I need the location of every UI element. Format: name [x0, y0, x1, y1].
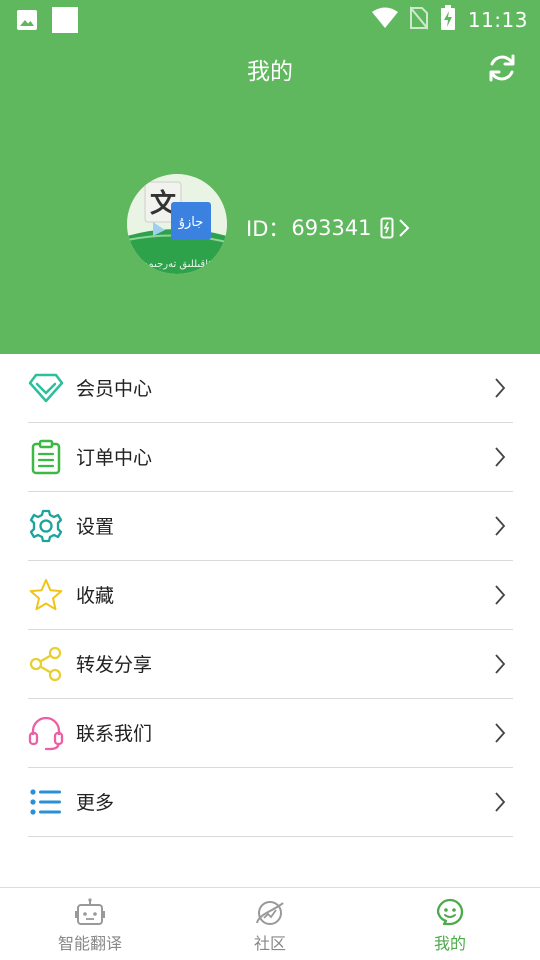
avatar[interactable]: 文 جازۇ ئاقىللىق تەرجىمە: [127, 174, 227, 274]
nav-tab-translate[interactable]: 智能翻译: [0, 888, 180, 960]
refresh-icon: [489, 54, 515, 82]
phone-bind-icon: [380, 217, 394, 239]
refresh-button[interactable]: [484, 50, 520, 86]
diamond-icon: [28, 370, 64, 406]
chevron-right-icon: [495, 516, 506, 536]
avatar-side-text: جازۇ: [178, 215, 204, 230]
nav-tab-mine[interactable]: 我的: [360, 888, 540, 960]
menu-item-orders[interactable]: 订单中心: [28, 423, 513, 492]
avatar-band-text: ئاقىللىق تەرجىمە: [143, 259, 211, 270]
chevron-right-icon: [495, 585, 506, 605]
chevron-right-icon: [495, 654, 506, 674]
status-bar: 11:13: [0, 0, 540, 36]
clipboard-icon: [28, 439, 64, 475]
menu-item-label: 更多: [76, 792, 115, 814]
menu-list: 会员中心 订单中心 设置 收藏 转发分享 联系我们 更多: [0, 354, 540, 837]
list-icon: [28, 784, 64, 820]
chevron-right-icon: [495, 723, 506, 743]
star-icon: [28, 577, 64, 613]
nav-label: 智能翻译: [57, 934, 122, 953]
user-id-value: 693341: [291, 216, 372, 240]
menu-item-settings[interactable]: 设置: [28, 492, 513, 561]
menu-item-contact[interactable]: 联系我们: [28, 699, 513, 768]
blank-notification-icon: [52, 7, 78, 37]
robot-icon: [75, 898, 105, 925]
smile-face-icon: [436, 898, 464, 926]
menu-item-label: 订单中心: [76, 447, 153, 469]
planet-icon: [256, 901, 284, 925]
nav-tab-community[interactable]: 社区: [180, 888, 360, 960]
battery-charging-icon: [440, 5, 456, 35]
user-id-row[interactable]: ID： 693341: [246, 212, 410, 244]
nav-label: 社区: [253, 934, 286, 953]
menu-item-membership[interactable]: 会员中心: [28, 354, 513, 423]
share-icon: [28, 646, 64, 682]
menu-item-label: 设置: [76, 516, 115, 538]
profile-header: 我的 文 جازۇ ئاقىللىق تەرجىمە ID： 693341: [0, 36, 540, 354]
menu-item-label: 联系我们: [76, 723, 153, 745]
gear-icon: [28, 508, 64, 544]
menu-item-label: 转发分享: [76, 654, 153, 676]
menu-item-more[interactable]: 更多: [28, 768, 513, 837]
chevron-right-icon: [495, 792, 506, 812]
bottom-nav: 智能翻译 社区 我的: [0, 887, 540, 960]
app-screen: 11:13 我的 文 جازۇ ئاقىللىق تەرجىمە ID： 693…: [0, 0, 540, 960]
chevron-right-icon: [398, 219, 409, 237]
menu-item-label: 会员中心: [76, 378, 153, 400]
menu-item-share[interactable]: 转发分享: [28, 630, 513, 699]
menu-item-favorites[interactable]: 收藏: [28, 561, 513, 630]
user-id-label: ID：: [246, 217, 290, 241]
page-title: 我的: [247, 59, 293, 85]
status-time: 11:13: [467, 8, 528, 32]
chevron-right-icon: [495, 447, 506, 467]
menu-item-label: 收藏: [76, 585, 115, 607]
no-sim-icon: [409, 6, 429, 34]
headset-icon: [28, 715, 64, 751]
gallery-notification-icon: [16, 9, 38, 35]
chevron-right-icon: [495, 378, 506, 398]
wifi-icon: [371, 7, 398, 33]
nav-label: 我的: [433, 934, 466, 953]
